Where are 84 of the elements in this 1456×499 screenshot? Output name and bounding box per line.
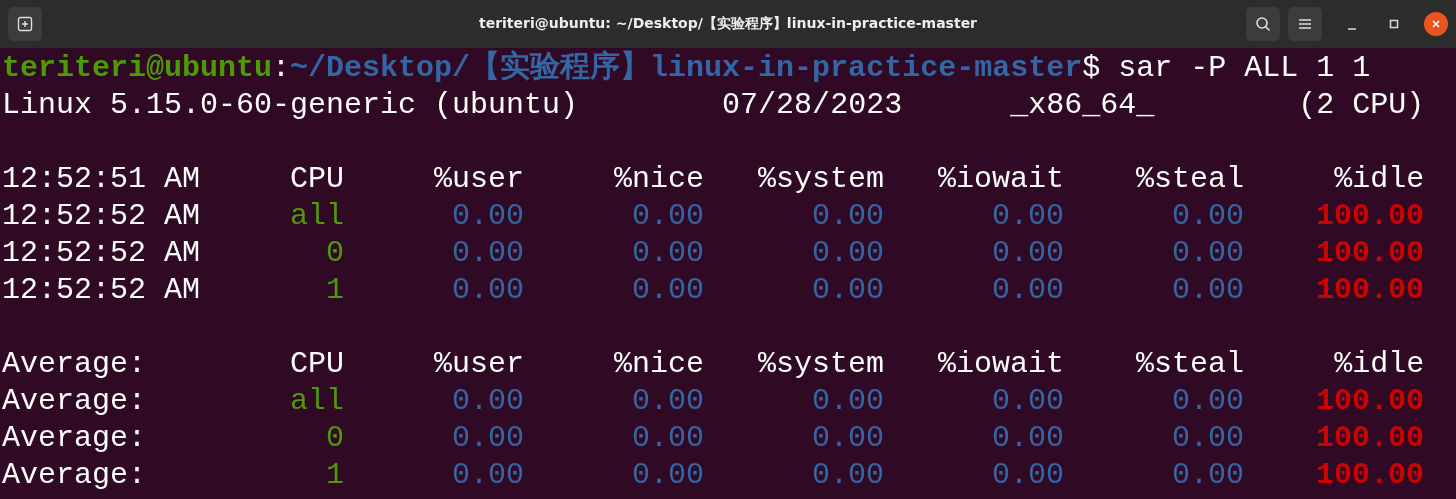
idle-cell-text: 100.00 [1315, 383, 1425, 420]
cpu-cell-text: 0 [325, 420, 345, 457]
value-cell-text: 0.00 [811, 383, 885, 420]
search-icon [1255, 16, 1271, 32]
value-cell-text: 0.00 [991, 198, 1065, 235]
window-title: teriteri@ubuntu: ~/Desktop/【实验程序】linux-in-practice-master [478, 15, 978, 33]
value-cell-text: 0.00 [631, 198, 705, 235]
column-header: %iowait [937, 161, 1065, 198]
column-header: %iowait [937, 346, 1065, 383]
column-header: %user [433, 346, 525, 383]
value-cell-text: 0.00 [631, 383, 705, 420]
prompt-user: teriteri@ubuntu [2, 51, 273, 85]
prompt-symbol: $ [1082, 51, 1101, 85]
cpu-cell-text: 0 [325, 235, 345, 272]
menu-button[interactable] [1288, 7, 1322, 41]
value-cell-text: 0.00 [991, 383, 1065, 420]
value-cell-text: 0.00 [451, 235, 525, 272]
idle-cell-text: 100.00 [1315, 198, 1425, 235]
value-cell-text: 0.00 [451, 420, 525, 457]
value-cell-text: 0.00 [451, 383, 525, 420]
idle-cell-text: 100.00 [1315, 272, 1425, 309]
value-cell-text: 0.00 [811, 235, 885, 272]
column-header: %steal [1135, 161, 1245, 198]
value-cell-text: 0.00 [811, 457, 885, 494]
date-text: 07/28/2023 [722, 87, 904, 124]
value-cell-text: 0.00 [1171, 272, 1245, 309]
menu-icon [1298, 18, 1312, 30]
column-header: %steal [1135, 346, 1245, 383]
value-cell-text: 0.00 [811, 272, 885, 309]
cpu-cell-text: all [289, 383, 345, 420]
row-label: 12:52:52 AM [2, 235, 201, 272]
close-button[interactable] [1424, 12, 1448, 36]
minimize-icon [1347, 28, 1357, 30]
command-text: sar -P ALL 1 1 [1118, 51, 1371, 85]
value-cell-text: 0.00 [991, 235, 1065, 272]
cpu-cell-text: all [289, 198, 345, 235]
value-cell-text: 0.00 [631, 457, 705, 494]
column-header: 12:52:51 AM [2, 161, 201, 198]
value-cell-text: 0.00 [1171, 383, 1245, 420]
value-cell-text: 0.00 [1171, 198, 1245, 235]
new-tab-icon [17, 16, 33, 32]
column-header: CPU [289, 346, 345, 383]
prompt-path: ~/Desktop/【实验程序】linux-in-practice-master [290, 51, 1083, 85]
search-button[interactable] [1246, 7, 1280, 41]
value-cell-text: 0.00 [991, 457, 1065, 494]
value-cell-text: 0.00 [1171, 457, 1245, 494]
value-cell-text: 0.00 [451, 457, 525, 494]
cpu-count-text: (2 CPU) [1298, 88, 1425, 122]
value-cell-text: 0.00 [1171, 235, 1245, 272]
value-cell-text: 0.00 [991, 272, 1065, 309]
idle-cell-text: 100.00 [1315, 235, 1425, 272]
column-header: %nice [613, 161, 705, 198]
value-cell-text: 0.00 [451, 198, 525, 235]
idle-cell-text: 100.00 [1315, 420, 1425, 457]
column-header: %system [757, 346, 885, 383]
row-label: 12:52:52 AM [2, 272, 201, 309]
column-header: %idle [1333, 161, 1425, 198]
cpu-cell-text: 1 [325, 272, 345, 309]
column-header: Average: [2, 346, 148, 383]
row-label: 12:52:52 AM [2, 198, 201, 235]
value-cell-text: 0.00 [451, 272, 525, 309]
row-label: Average: [2, 383, 148, 420]
kernel-text: Linux 5.15.0-60-generic (ubuntu) [2, 87, 580, 124]
column-header: CPU [289, 161, 345, 198]
cpu-cell-text: 1 [325, 457, 345, 494]
value-cell-text: 0.00 [631, 272, 705, 309]
row-label: Average: [2, 420, 148, 457]
new-tab-button[interactable] [8, 7, 42, 41]
value-cell-text: 0.00 [811, 198, 885, 235]
value-cell-text: 0.00 [631, 420, 705, 457]
column-header: %user [433, 161, 525, 198]
value-cell-text: 0.00 [991, 420, 1065, 457]
close-icon [1431, 19, 1441, 29]
column-header: %system [757, 161, 885, 198]
maximize-icon [1389, 19, 1399, 29]
column-header: %idle [1333, 346, 1425, 383]
value-cell-text: 0.00 [811, 420, 885, 457]
value-cell-text: 0.00 [1171, 420, 1245, 457]
prompt-separator: : [272, 51, 291, 85]
row-label: Average: [2, 457, 148, 494]
column-header: %nice [613, 346, 705, 383]
value-cell-text: 0.00 [631, 235, 705, 272]
idle-cell-text: 100.00 [1315, 457, 1425, 494]
arch-text: _x86_64_ [1010, 87, 1156, 124]
